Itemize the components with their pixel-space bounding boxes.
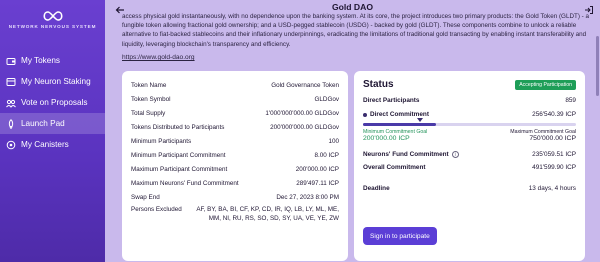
sidebar-item-launch-pad[interactable]: Launch Pad: [0, 113, 105, 134]
neuron-staking-icon: [6, 77, 16, 87]
token-info-card: Token Name Gold Governance Token Token S…: [122, 71, 348, 261]
logout-icon[interactable]: [584, 2, 594, 14]
canister-icon: [6, 140, 16, 150]
info-label: Maximum Participant Commitment: [131, 165, 228, 173]
info-row-token-symbol: Token Symbol GLDGov: [131, 92, 339, 106]
sidebar-item-my-tokens[interactable]: My Tokens: [0, 50, 105, 71]
info-row-swap-end: Swap End Dec 27, 2023 8:00 PM: [131, 190, 339, 204]
deadline-value: 13 days, 4 hours: [528, 185, 576, 192]
overall-commitment-value: 491'599.90 ICP: [532, 164, 576, 171]
info-label: Minimum Participant Commitment: [131, 151, 226, 159]
sidebar-nav: My Tokens My Neuron Staking Vote on Prop…: [0, 50, 105, 155]
direct-participants-label: Direct Participants: [363, 97, 420, 104]
vote-icon: [6, 98, 16, 108]
deadline-row: Deadline 13 days, 4 hours: [363, 185, 576, 192]
info-value: 289'497.11 ICP: [296, 179, 339, 187]
info-row-persons-excluded: Persons Excluded AF, BY, BA, BI, CF, KP,…: [131, 204, 339, 234]
direct-participants-value: 859: [565, 97, 576, 104]
scrollbar-thumb[interactable]: [596, 36, 599, 96]
wallet-icon: [6, 56, 16, 66]
info-label: Token Symbol: [131, 95, 171, 103]
status-header: Status Accepting Participation: [363, 79, 576, 90]
info-value: 8.00 ICP: [314, 151, 339, 159]
direct-commitment-value: 256'540.39 ICP: [532, 111, 576, 118]
logo-text: NETWORK NERVOUS SYSTEM: [8, 24, 97, 29]
info-value: 1'000'000'000.00 GLDGov: [265, 109, 339, 117]
nf-commitment-row: Neurons' Fund Commitment i 235'059.51 IC…: [363, 151, 576, 158]
status-card: Status Accepting Participation Direct Pa…: [354, 71, 585, 261]
sidebar-item-my-canisters[interactable]: My Canisters: [0, 134, 105, 155]
sidebar-item-my-neuron-staking[interactable]: My Neuron Staking: [0, 71, 105, 92]
overall-commitment-row: Overall Commitment 491'599.90 ICP: [363, 164, 576, 171]
direct-participants-row: Direct Participants 859: [363, 97, 576, 104]
direct-commitment-label-wrap: Direct Commitment: [363, 111, 429, 118]
info-value: GLDGov: [314, 95, 340, 103]
sign-in-button[interactable]: Sign in to participate: [363, 227, 437, 245]
sidebar-item-label: Launch Pad: [21, 119, 65, 128]
sidebar-item-label: My Neuron Staking: [21, 77, 91, 86]
info-value: Dec 27, 2023 8:00 PM: [276, 193, 339, 201]
min-goal-value: 200'000.00 ICP: [363, 135, 410, 142]
project-website-link[interactable]: https://www.gold-dao.org: [122, 54, 195, 61]
info-row-token-name: Token Name Gold Governance Token: [131, 78, 339, 92]
direct-commitment-label: Direct Commitment: [370, 111, 429, 118]
logo[interactable]: NETWORK NERVOUS SYSTEM: [0, 10, 105, 29]
info-value: 100: [328, 137, 339, 145]
info-label: Tokens Distributed to Participants: [131, 123, 225, 131]
commitment-progress-bar: [363, 118, 576, 129]
info-value: 200'000'000.00 GLDGov: [270, 123, 339, 131]
min-goal-marker-icon: [416, 118, 423, 122]
page-title: Gold DAO: [331, 2, 374, 12]
sidebar-item-label: My Canisters: [21, 140, 69, 149]
info-value: Gold Governance Token: [271, 81, 339, 89]
info-row-min-participant-commitment: Minimum Participant Commitment 8.00 ICP: [131, 148, 339, 162]
nf-commitment-label-wrap: Neurons' Fund Commitment i: [363, 151, 459, 158]
info-label: Maximum Neurons' Fund Commitment: [131, 179, 239, 187]
sidebar: NETWORK NERVOUS SYSTEM My Tokens My Neur…: [0, 0, 105, 262]
info-label: Token Name: [131, 81, 167, 89]
project-description: access physical gold instantaneously, wi…: [122, 13, 590, 48]
sidebar-item-label: My Tokens: [21, 56, 60, 65]
rocket-icon: [6, 118, 16, 129]
bullet-dot-icon: [363, 112, 367, 117]
info-icon[interactable]: i: [451, 151, 459, 158]
goal-values: 200'000.00 ICP 750'000.00 ICP: [363, 135, 576, 142]
status-title: Status: [363, 79, 394, 90]
info-value: 200'000.00 ICP: [295, 165, 339, 173]
info-value: AF, BY, BA, BI, CF, KP, CD, IR, IQ, LB, …: [196, 206, 339, 222]
infinity-logo-icon: [42, 11, 63, 21]
info-label: Total Supply: [131, 109, 166, 117]
info-row-max-participant-commitment: Maximum Participant Commitment 200'000.0…: [131, 162, 339, 176]
overall-commitment-label: Overall Commitment: [363, 164, 426, 171]
info-row-minimum-participants: Minimum Participants 100: [131, 134, 339, 148]
info-row-max-nf-commitment: Maximum Neurons' Fund Commitment 289'497…: [131, 176, 339, 190]
info-row-total-supply: Total Supply 1'000'000'000.00 GLDGov: [131, 106, 339, 120]
status-badge: Accepting Participation: [515, 79, 576, 90]
info-row-tokens-distributed: Tokens Distributed to Participants 200'0…: [131, 120, 339, 134]
sidebar-item-vote-on-proposals[interactable]: Vote on Proposals: [0, 92, 105, 113]
info-label: Persons Excluded: [131, 206, 182, 213]
direct-commitment-row: Direct Commitment 256'540.39 ICP: [363, 111, 576, 118]
sidebar-item-label: Vote on Proposals: [21, 98, 88, 107]
info-label: Swap End: [131, 193, 160, 201]
nf-commitment-label: Neurons' Fund Commitment: [363, 151, 449, 158]
nf-commitment-value: 235'059.51 ICP: [532, 151, 576, 158]
progress-fill: [363, 123, 436, 126]
deadline-label: Deadline: [363, 185, 390, 192]
max-goal-value: 750'000.00 ICP: [529, 135, 576, 142]
info-label: Minimum Participants: [131, 137, 192, 145]
scrollbar[interactable]: [596, 14, 600, 262]
